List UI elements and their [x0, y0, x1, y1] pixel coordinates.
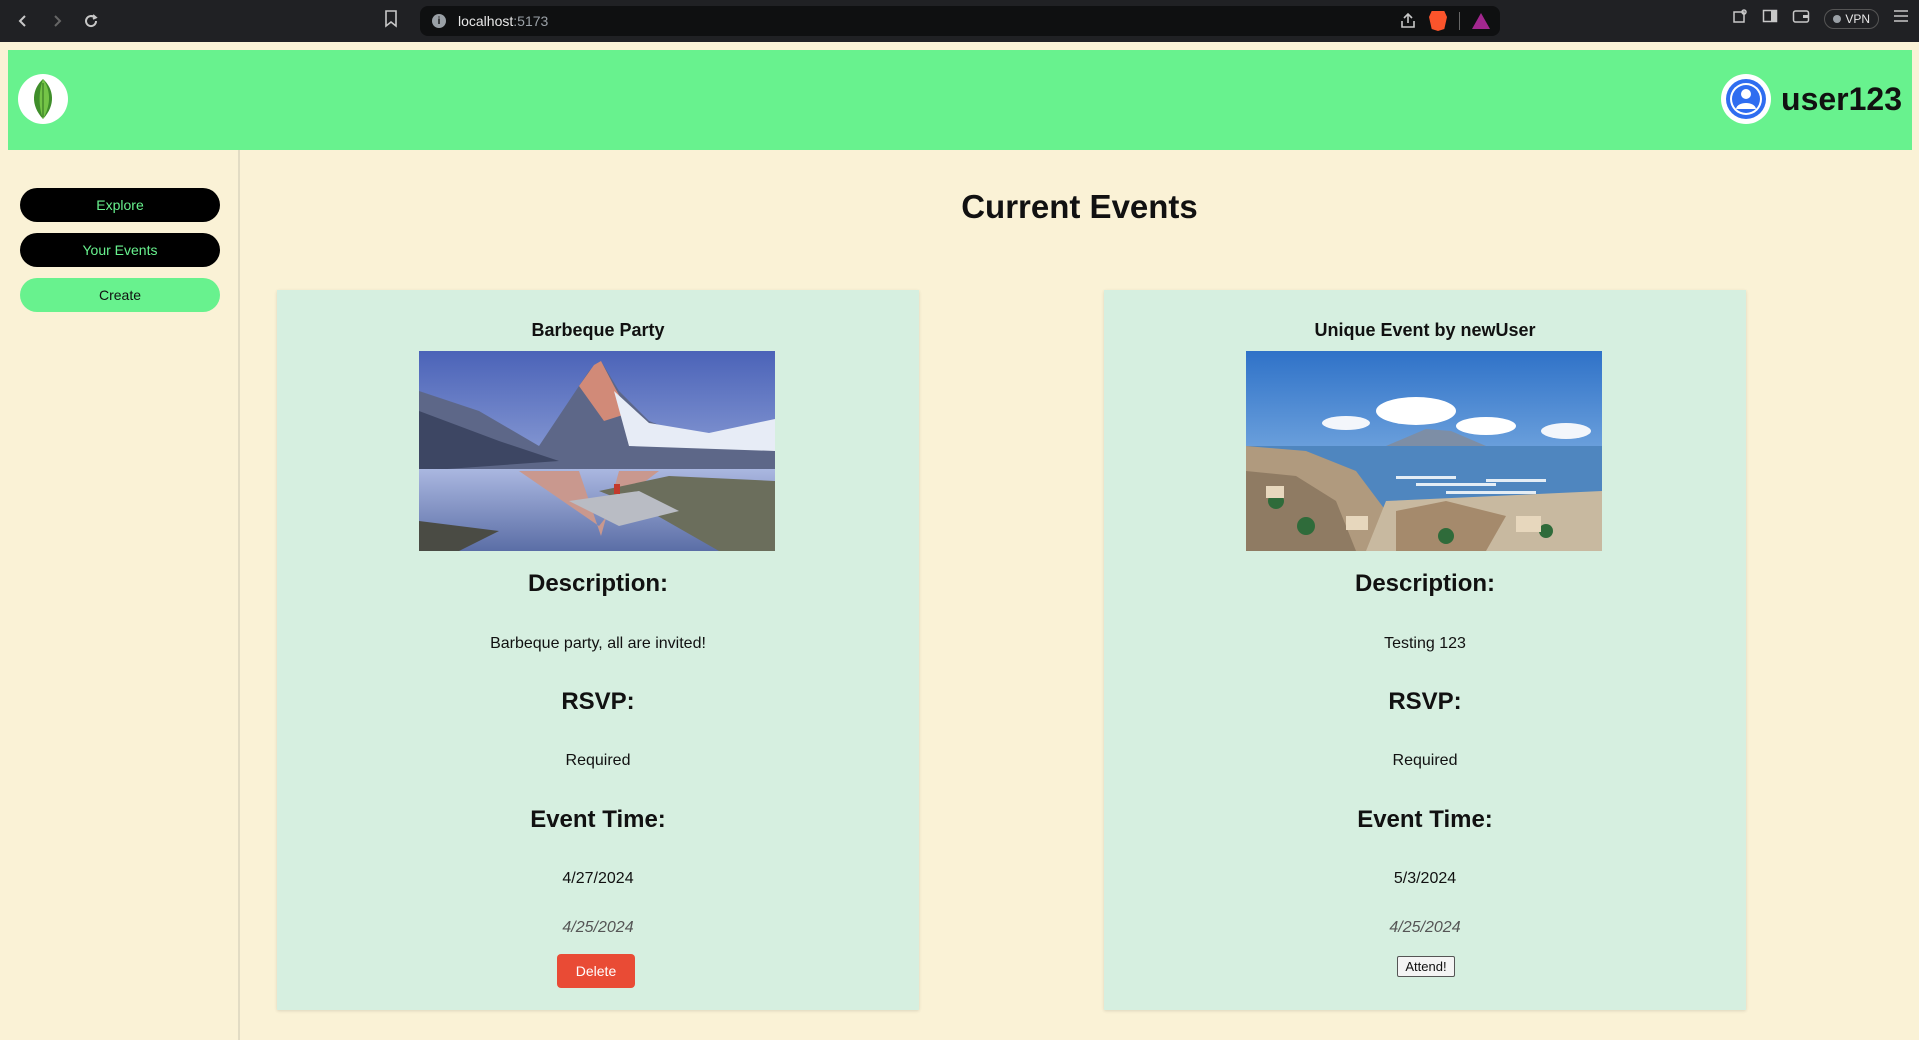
attend-button[interactable]: Attend! [1397, 956, 1455, 977]
rsvp-heading: RSVP: [1388, 688, 1462, 715]
vpn-status-icon [1833, 14, 1842, 23]
event-time-heading: Event Time: [1357, 806, 1493, 833]
event-time-heading: Event Time: [530, 806, 666, 833]
event-time: 4/27/2024 [562, 870, 634, 887]
url-host: localhost [458, 13, 514, 29]
reload-icon[interactable] [74, 4, 108, 38]
sidebar-toggle-icon[interactable] [1762, 8, 1778, 29]
event-description: Testing 123 [1384, 635, 1466, 652]
vpn-label: VPN [1845, 11, 1870, 26]
back-icon[interactable] [6, 4, 40, 38]
description-heading: Description: [1354, 570, 1495, 597]
sidebar: Explore Your Events Create [8, 150, 240, 1040]
site-info-icon[interactable]: i [432, 14, 446, 28]
page-title: Current Events [961, 188, 1198, 225]
event-time: 5/3/2024 [1393, 870, 1457, 887]
address-bar[interactable]: i localhost:5173 [420, 6, 1500, 36]
rsvp-heading: RSVP: [561, 688, 635, 715]
divider [1459, 12, 1460, 30]
description-heading: Description: [527, 570, 668, 597]
sidebar-item-create[interactable]: Create [20, 278, 220, 312]
bookmark-icon[interactable] [384, 10, 398, 33]
event-image [1246, 351, 1602, 551]
event-created-date: 4/25/2024 [1389, 919, 1461, 936]
extensions-icon[interactable] [1732, 8, 1748, 29]
event-card: Barbeque Party Description: Barbeque par… [277, 290, 919, 1010]
event-description: Barbeque party, all are invited! [490, 635, 706, 652]
browser-toolbar: i localhost:5173 VPN [0, 0, 1919, 42]
user-avatar-icon[interactable] [1721, 74, 1772, 124]
brave-shields-icon[interactable] [1429, 11, 1447, 31]
sidebar-item-your-events[interactable]: Your Events [20, 233, 220, 267]
forward-icon[interactable] [40, 4, 74, 38]
event-title: Barbeque Party [531, 320, 665, 340]
event-created-date: 4/25/2024 [562, 919, 634, 936]
event-image [419, 351, 775, 551]
menu-icon[interactable] [1893, 9, 1909, 28]
delete-button[interactable]: Delete [557, 954, 635, 988]
wallet-icon[interactable] [1792, 8, 1810, 29]
brave-rewards-icon[interactable] [1472, 13, 1490, 29]
sidebar-item-explore[interactable]: Explore [20, 188, 220, 222]
leaf-logo-icon[interactable] [18, 74, 68, 124]
rsvp-value: Required [565, 752, 631, 769]
app-header: user123 [8, 50, 1912, 150]
event-card: Unique Event by newUser Description: Tes… [1104, 290, 1746, 1010]
rsvp-value: Required [1392, 752, 1458, 769]
vpn-button[interactable]: VPN [1824, 8, 1879, 29]
user-menu[interactable]: user123 [1721, 74, 1902, 124]
url-port: :5173 [513, 13, 549, 29]
share-icon[interactable] [1399, 12, 1417, 30]
event-title: Unique Event by newUser [1314, 320, 1536, 340]
username: user123 [1781, 80, 1902, 117]
